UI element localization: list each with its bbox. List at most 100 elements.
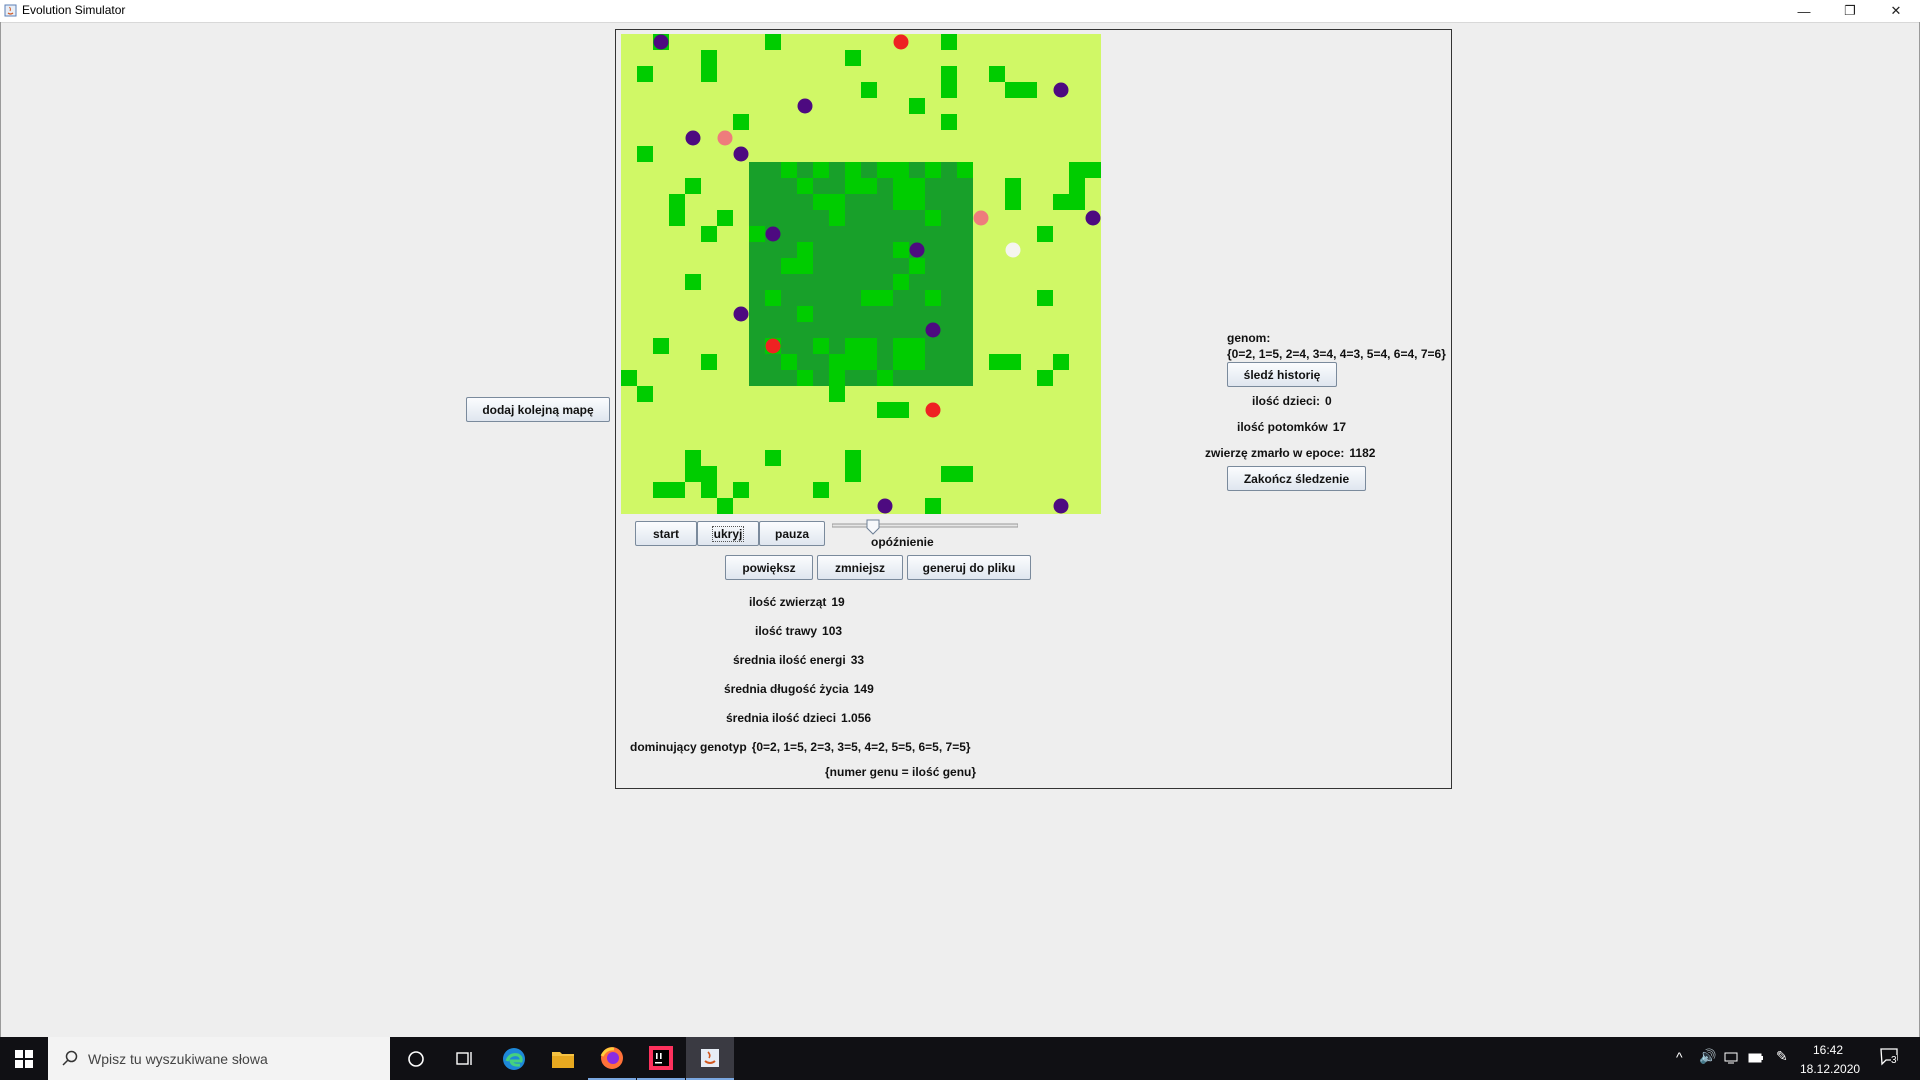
add-map-button[interactable]: dodaj kolejną mapę bbox=[466, 397, 610, 422]
clock-date: 18.12.2020 bbox=[1800, 1062, 1861, 1076]
grass-tile bbox=[893, 354, 909, 370]
grass-tile bbox=[829, 194, 845, 210]
stat-dominant-genotype: dominujący genotyp {0=2, 1=5, 2=3, 3=5, 4… bbox=[630, 740, 971, 754]
grass-tile bbox=[909, 194, 925, 210]
close-button[interactable]: ✕ bbox=[1873, 0, 1919, 22]
network-icon[interactable] bbox=[1724, 1051, 1740, 1065]
window-border-left bbox=[0, 22, 1, 1037]
grass-tile bbox=[733, 114, 749, 130]
grass-tile bbox=[685, 466, 701, 482]
file-explorer-button[interactable] bbox=[539, 1037, 587, 1080]
taskbar-clock[interactable]: 16:42 18.12.2020 bbox=[1800, 1043, 1861, 1076]
tray-overflow-icon[interactable]: ^ bbox=[1676, 1049, 1683, 1065]
end-tracking-button[interactable]: Zakończ śledzenie bbox=[1227, 466, 1366, 491]
cortana-button[interactable] bbox=[392, 1037, 440, 1080]
grass-tile bbox=[893, 194, 909, 210]
grass-tile bbox=[717, 210, 733, 226]
grass-tile bbox=[701, 466, 717, 482]
tracked-descendants-label: ilość potomków bbox=[1237, 420, 1328, 434]
animal-marker[interactable] bbox=[1005, 242, 1021, 258]
stat-label: średnia ilość energi bbox=[733, 653, 846, 667]
minimize-button[interactable]: — bbox=[1781, 0, 1827, 22]
tracked-children-label: ilość dzieci: bbox=[1252, 394, 1321, 408]
animal-marker[interactable] bbox=[765, 226, 781, 242]
grass-tile bbox=[957, 466, 973, 482]
grass-tile bbox=[1069, 162, 1085, 178]
restore-button[interactable]: ❐ bbox=[1827, 0, 1873, 22]
start-menu-button[interactable] bbox=[0, 1037, 48, 1080]
grass-tile bbox=[909, 178, 925, 194]
java-cup-icon bbox=[701, 1048, 719, 1067]
intellij-taskbar-button[interactable] bbox=[637, 1037, 685, 1080]
edge-taskbar-button[interactable] bbox=[490, 1037, 538, 1080]
windows-logo-icon bbox=[15, 1049, 33, 1068]
grass-tile bbox=[669, 194, 685, 210]
animal-marker[interactable] bbox=[733, 146, 749, 162]
grass-tile bbox=[685, 178, 701, 194]
stat-grass-count: ilość trawy 103 bbox=[755, 624, 842, 638]
stat-average-lifespan: średnia długość życia 149 bbox=[724, 682, 874, 696]
slider-thumb[interactable] bbox=[866, 519, 880, 535]
stat-average-energy: średnia ilość energi 33 bbox=[733, 653, 864, 667]
grass-tile bbox=[893, 274, 909, 290]
battery-icon[interactable] bbox=[1748, 1052, 1764, 1064]
intellij-idea-icon bbox=[649, 1045, 673, 1070]
simulation-map[interactable] bbox=[621, 34, 1101, 514]
animal-marker[interactable] bbox=[925, 322, 941, 338]
stat-label: średnia długość życia bbox=[724, 682, 849, 696]
stat-label: dominujący genotyp bbox=[630, 740, 747, 754]
grass-tile bbox=[1005, 194, 1021, 210]
action-center-button[interactable]: 3 bbox=[1880, 1047, 1900, 1070]
zoom-in-button[interactable]: powiększ bbox=[725, 555, 813, 580]
java-app-taskbar-button[interactable] bbox=[686, 1037, 734, 1080]
taskbar-search[interactable]: Wpisz tu wyszukiwane słowa bbox=[48, 1037, 390, 1080]
volume-icon[interactable]: 🔊 bbox=[1699, 1048, 1716, 1065]
grass-tile bbox=[845, 162, 861, 178]
grass-tile bbox=[1037, 226, 1053, 242]
export-file-button[interactable]: generuj do pliku bbox=[907, 555, 1031, 580]
zoom-out-button[interactable]: zmniejsz bbox=[817, 555, 903, 580]
animal-marker[interactable] bbox=[685, 130, 701, 146]
animal-marker[interactable] bbox=[925, 402, 941, 418]
pause-button[interactable]: pauza bbox=[759, 521, 825, 546]
task-view-button[interactable] bbox=[440, 1037, 488, 1080]
grass-tile bbox=[621, 370, 637, 386]
stat-animal-count: ilość zwierząt 19 bbox=[749, 595, 845, 609]
grass-tile bbox=[653, 482, 669, 498]
animal-marker[interactable] bbox=[893, 34, 909, 50]
java-app-icon bbox=[4, 4, 17, 17]
cortana-circle-icon bbox=[408, 1050, 424, 1067]
animal-marker[interactable] bbox=[1053, 498, 1069, 514]
firefox-taskbar-button[interactable] bbox=[588, 1037, 636, 1080]
close-icon: ✕ bbox=[1890, 3, 1902, 18]
grass-tile bbox=[909, 338, 925, 354]
animal-marker[interactable] bbox=[653, 34, 669, 50]
animal-marker[interactable] bbox=[717, 130, 733, 146]
animal-marker[interactable] bbox=[1053, 82, 1069, 98]
grass-tile bbox=[861, 290, 877, 306]
grass-tile bbox=[813, 338, 829, 354]
start-button[interactable]: start bbox=[635, 521, 697, 546]
pen-workspace-icon[interactable]: ✎ bbox=[1776, 1048, 1788, 1065]
animal-marker[interactable] bbox=[909, 242, 925, 258]
grass-tile bbox=[845, 338, 861, 354]
hide-button[interactable]: ukryj bbox=[697, 521, 759, 546]
search-placeholder: Wpisz tu wyszukiwane słowa bbox=[88, 1050, 268, 1067]
grass-tile bbox=[845, 178, 861, 194]
grass-tile bbox=[957, 162, 973, 178]
animal-marker[interactable] bbox=[797, 98, 813, 114]
animal-marker[interactable] bbox=[877, 498, 893, 514]
animal-marker[interactable] bbox=[973, 210, 989, 226]
grass-tile bbox=[829, 386, 845, 402]
animal-marker[interactable] bbox=[765, 338, 781, 354]
grass-tile bbox=[701, 66, 717, 82]
animal-marker[interactable] bbox=[1085, 210, 1101, 226]
grass-tile bbox=[749, 226, 765, 242]
grass-tile bbox=[797, 306, 813, 322]
grass-tile bbox=[797, 370, 813, 386]
grass-tile bbox=[733, 482, 749, 498]
track-history-button[interactable]: śledź historię bbox=[1227, 362, 1337, 387]
minimize-icon: — bbox=[1797, 3, 1811, 19]
grass-tile bbox=[653, 338, 669, 354]
animal-marker[interactable] bbox=[733, 306, 749, 322]
